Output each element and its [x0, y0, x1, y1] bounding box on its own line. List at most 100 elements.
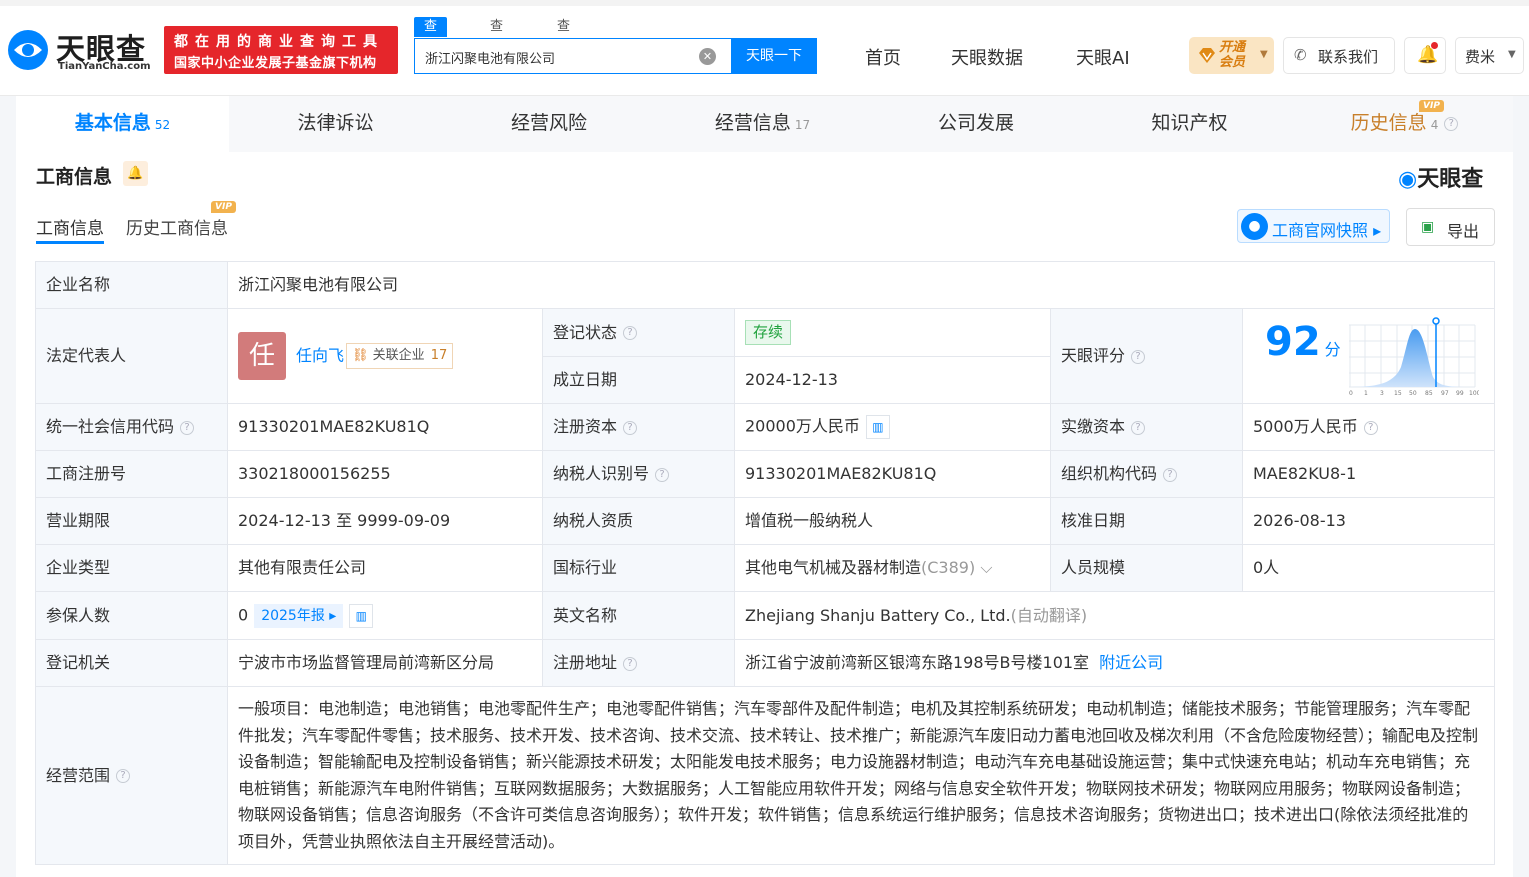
- authority-label: 登记机关: [35, 639, 228, 687]
- subtab-underline: [36, 241, 104, 244]
- export-button[interactable]: ▣ 导出: [1406, 208, 1495, 246]
- table-row: 法定代表人 任任向飞 ⛓ 关联企业 17 登记状态? 存续 天眼评分? 92分: [35, 308, 1495, 404]
- score-axis-tick: 15: [1394, 390, 1402, 397]
- user-menu[interactable]: 费米 ▼: [1455, 37, 1524, 74]
- business-info-panel: 工商信息 🔔 ◉天眼查 工商信息 历史工商信息 VIP ● 工商官网快照 ▸ ▣…: [16, 152, 1513, 877]
- found-date-value: 2024-12-13: [734, 356, 1051, 404]
- industry-code: (C389): [921, 558, 976, 577]
- tab-basic-info[interactable]: 基本信息 52: [16, 96, 229, 152]
- chevron-down-icon: ⌵: [980, 558, 993, 577]
- nearby-companies-link[interactable]: 附近公司: [1099, 653, 1163, 672]
- tab-history[interactable]: 历史信息 4?: [1296, 96, 1513, 152]
- search-input-value: 浙江闪聚电池有限公司: [425, 52, 556, 67]
- tab-label: 法律诉讼: [297, 112, 374, 134]
- credit-code-value: 91330201MAE82KU81Q: [227, 403, 543, 451]
- insured-value: 0: [238, 605, 249, 624]
- en-name-cell: Zhejiang Shanju Battery Co., Ltd.(自动翻译): [734, 591, 1495, 640]
- help-icon[interactable]: ?: [1131, 420, 1146, 435]
- score-axis-tick: 99: [1456, 390, 1464, 397]
- score-axis-tick: 85: [1425, 390, 1433, 397]
- taxpayer-id-label: 纳税人识别号?: [542, 450, 735, 498]
- insured-label: 参保人数: [35, 591, 228, 640]
- info-table: 企业名称 浙江闪聚电池有限公司 法定代表人 任任向飞 ⛓ 关联企业 17 登记状态?…: [35, 261, 1495, 865]
- legal-rep-name[interactable]: 任向飞: [296, 346, 344, 365]
- table-row: 企业类型 其他有限责任公司 国标行业 其他电气机械及器材制造(C389) ⌵ 人…: [35, 544, 1495, 592]
- tab-ip[interactable]: 知识产权: [1083, 96, 1296, 152]
- scope-value: 一般项目：电池制造；电池销售；电池零配件生产；电池零配件销售；汽车零部件及配件制…: [227, 686, 1495, 865]
- nav-data[interactable]: 天眼数据: [951, 44, 1023, 70]
- org-code-label: 组织机构代码?: [1050, 450, 1243, 498]
- help-icon[interactable]: ?: [1363, 420, 1378, 435]
- help-icon[interactable]: ?: [1444, 116, 1459, 131]
- reg-capital-cell: 20000万人民币 ▥: [734, 403, 1051, 451]
- type-label: 企业类型: [35, 544, 228, 592]
- excel-icon: ▣: [1421, 219, 1435, 235]
- logo[interactable]: 天眼查 TianYanCha.com: [6, 26, 156, 76]
- open-vip-button[interactable]: 开通 会员 ▼: [1189, 37, 1274, 74]
- score-axis-tick: 1: [1364, 390, 1368, 397]
- table-row: 参保人数 0 2025年报 ▸ ▥ 英文名称 Zhejiang Shanju Bat…: [35, 591, 1495, 640]
- avatar[interactable]: 任: [238, 332, 286, 380]
- tianyancha-logo-icon: [8, 30, 48, 70]
- search-tab-boss[interactable]: 查老板: [480, 17, 513, 74]
- tab-label: 基本信息: [74, 112, 151, 134]
- help-icon[interactable]: ?: [623, 420, 638, 435]
- search-input[interactable]: 浙江闪聚电池有限公司 ✕: [414, 38, 732, 74]
- score-cell: 92 分 0 1 3 15 50 85 97 99 100: [1242, 308, 1495, 404]
- taxpayer-qual-label: 纳税人资质: [542, 497, 735, 545]
- authority-value: 宁波市市场监督管理局前湾新区分局: [227, 639, 543, 687]
- slogan-line1: 都在用的商业查询工具: [174, 34, 384, 50]
- subscribe-bell-icon[interactable]: 🔔: [123, 161, 148, 186]
- industry-cell[interactable]: 其他电气机械及器材制造(C389) ⌵: [734, 544, 1051, 592]
- slogan-banner: 都在用的商业查询工具 国家中小企业发展子基金旗下机构: [164, 26, 398, 74]
- found-date-label: 成立日期: [542, 356, 735, 404]
- brand-watermark: ◉天眼查: [1398, 161, 1483, 193]
- subtab-business-info[interactable]: 工商信息: [36, 214, 104, 239]
- score-axis-tick: 3: [1380, 390, 1384, 397]
- help-icon[interactable]: ?: [1131, 349, 1146, 364]
- section-title: 工商信息: [36, 166, 113, 188]
- nav-home[interactable]: 首页: [865, 44, 901, 70]
- industry-value: 其他电气机械及器材制造: [745, 558, 922, 577]
- official-snapshot-button[interactable]: ● 工商官网快照 ▸: [1237, 209, 1390, 243]
- tab-operation[interactable]: 经营信息 17: [656, 96, 869, 152]
- search-tab-company[interactable]: 查公司: [414, 17, 448, 74]
- tab-risk[interactable]: 经营风险: [442, 96, 656, 152]
- help-icon[interactable]: ?: [180, 420, 195, 435]
- chart-icon[interactable]: ▥: [349, 603, 374, 628]
- help-icon[interactable]: ?: [116, 769, 131, 783]
- notification-button[interactable]: 🔔: [1404, 37, 1446, 74]
- export-label: 导出: [1447, 222, 1480, 241]
- address-value: 浙江省宁波前湾新区银湾东路198号B号楼101室: [745, 653, 1090, 672]
- main-tabs: 基本信息 52 法律诉讼 经营风险 经营信息 17 公司发展 知识产权 历史信息 4?…: [16, 96, 1513, 152]
- reg-status-label: 登记状态?: [542, 308, 735, 357]
- table-row: 营业期限 2024-12-13 至 9999-09-09 纳税人资质 增值税一般…: [35, 497, 1495, 545]
- related-companies-tag[interactable]: ⛓ 关联企业 17: [346, 343, 454, 369]
- score-axis-tick: 97: [1441, 390, 1449, 397]
- table-row: 工商注册号 330218000156255 纳税人识别号? 91330201MA…: [35, 450, 1495, 498]
- chart-icon[interactable]: ▥: [865, 415, 890, 439]
- tab-count: 4: [1430, 118, 1439, 132]
- search-button[interactable]: 天眼一下: [731, 38, 817, 74]
- clear-icon[interactable]: ✕: [699, 48, 716, 65]
- search-tab-relation[interactable]: 查关系: [547, 17, 580, 74]
- subtab-history-business-info[interactable]: 历史工商信息: [126, 214, 228, 239]
- help-icon[interactable]: ?: [1163, 467, 1178, 482]
- contact-us-button[interactable]: ✆ 联系我们: [1283, 37, 1395, 74]
- nav-ai[interactable]: 天眼AI: [1076, 44, 1130, 70]
- annual-report-tag[interactable]: 2025年报 ▸: [254, 603, 344, 628]
- vip-badge: VIP: [1419, 100, 1444, 112]
- help-icon[interactable]: ?: [623, 326, 638, 340]
- org-code-value: MAE82KU8-1: [1242, 450, 1495, 498]
- tab-development[interactable]: 公司发展: [869, 96, 1083, 152]
- legal-rep-cell: 任任向飞 ⛓ 关联企业 17: [227, 308, 543, 404]
- help-icon[interactable]: ?: [623, 656, 638, 671]
- table-row: 统一社会信用代码? 91330201MAE82KU81Q 注册资本? 20000…: [35, 403, 1495, 451]
- tab-legal[interactable]: 法律诉讼: [229, 96, 442, 152]
- paid-capital-cell: 5000万人民币?: [1242, 403, 1495, 451]
- score-unit: 分: [1324, 340, 1341, 359]
- help-icon[interactable]: ?: [655, 467, 670, 482]
- top-strip: [0, 0, 1529, 6]
- link-icon: ⛓: [352, 348, 369, 363]
- status-badge: 存续: [745, 320, 792, 345]
